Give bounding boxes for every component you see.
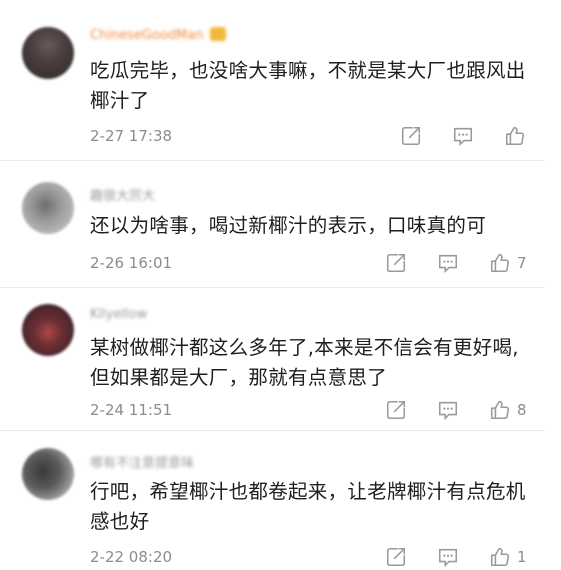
like-count: 1 [517, 548, 527, 566]
comment-text: 某树做椰汁都这么多年了,本来是不信会有更好喝,但如果都是大厂，那就有点意思了 [90, 336, 519, 389]
comment-time: 2-27 17:38 [90, 127, 173, 145]
share-button[interactable] [385, 398, 407, 422]
comment-icon [438, 401, 458, 421]
share-icon [386, 253, 406, 273]
thumbs-up-icon [505, 126, 525, 146]
avatar[interactable] [22, 304, 74, 356]
share-icon [386, 547, 406, 567]
comment-icon [438, 548, 458, 568]
thumbs-up-icon [490, 400, 510, 420]
comment-item: 趣很大厉大 还以为啥事，喝过新椰汁的表示，口味真的可 2-26 16:01 7 [0, 160, 561, 287]
comment-text: 吃瓜完毕，也没啥大事嘛，不就是某大厂也跟风出椰汁了 [90, 59, 526, 112]
comment-text: 行吧，希望椰汁也都卷起来，让老牌椰汁有点危机感也好 [90, 480, 526, 533]
like-button[interactable]: 8 [489, 398, 527, 422]
share-button[interactable] [385, 545, 407, 569]
comment-item: ChineseGoodMan 吃瓜完毕，也没啥大事嘛，不就是某大厂也跟风出椰汁了… [0, 0, 561, 160]
comment-actions: 8 [385, 398, 545, 422]
comment-reply-button[interactable] [437, 251, 459, 275]
comment-reply-button[interactable] [452, 124, 474, 148]
avatar[interactable] [22, 448, 74, 500]
comment-icon [453, 127, 473, 147]
vip-crown-icon [209, 27, 226, 41]
comment-text: 还以为啥事，喝过新椰汁的表示，口味真的可 [90, 214, 487, 237]
comment-reply-button[interactable] [437, 398, 459, 422]
comment-actions: 7 [385, 251, 545, 275]
comment-reply-button[interactable] [437, 545, 459, 569]
comment-actions [400, 124, 540, 148]
username[interactable]: 哪有不注意提意味 [90, 452, 194, 471]
comment-actions: 1 [385, 545, 545, 569]
username[interactable]: ChineseGoodMan [90, 27, 226, 43]
thumbs-up-icon [490, 547, 510, 567]
comment-item: 哪有不注意提意味 行吧，希望椰汁也都卷起来，让老牌椰汁有点危机感也好 2-22 … [0, 430, 561, 570]
comment-time: 2-22 08:20 [90, 548, 173, 566]
share-icon [401, 126, 421, 146]
thumbs-up-icon [490, 253, 510, 273]
username[interactable]: Kllyellow [90, 307, 147, 322]
share-button[interactable] [400, 124, 422, 148]
like-count: 8 [517, 401, 527, 419]
username-text[interactable]: ChineseGoodMan [90, 28, 204, 43]
comment-feed: ChineseGoodMan 吃瓜完毕，也没啥大事嘛，不就是某大厂也跟风出椰汁了… [0, 0, 561, 570]
like-button[interactable] [504, 124, 532, 148]
avatar[interactable] [22, 182, 74, 234]
comment-time: 2-24 11:51 [90, 401, 173, 419]
share-icon [386, 400, 406, 420]
share-button[interactable] [385, 251, 407, 275]
comment-item: Kllyellow 某树做椰汁都这么多年了,本来是不信会有更好喝,但如果都是大厂… [0, 287, 561, 430]
like-count: 7 [517, 254, 527, 272]
comment-time: 2-26 16:01 [90, 254, 173, 272]
like-button[interactable]: 7 [489, 251, 527, 275]
like-button[interactable]: 1 [489, 545, 527, 569]
username[interactable]: 趣很大厉大 [90, 185, 155, 204]
avatar[interactable] [22, 27, 74, 79]
comment-icon [438, 254, 458, 274]
